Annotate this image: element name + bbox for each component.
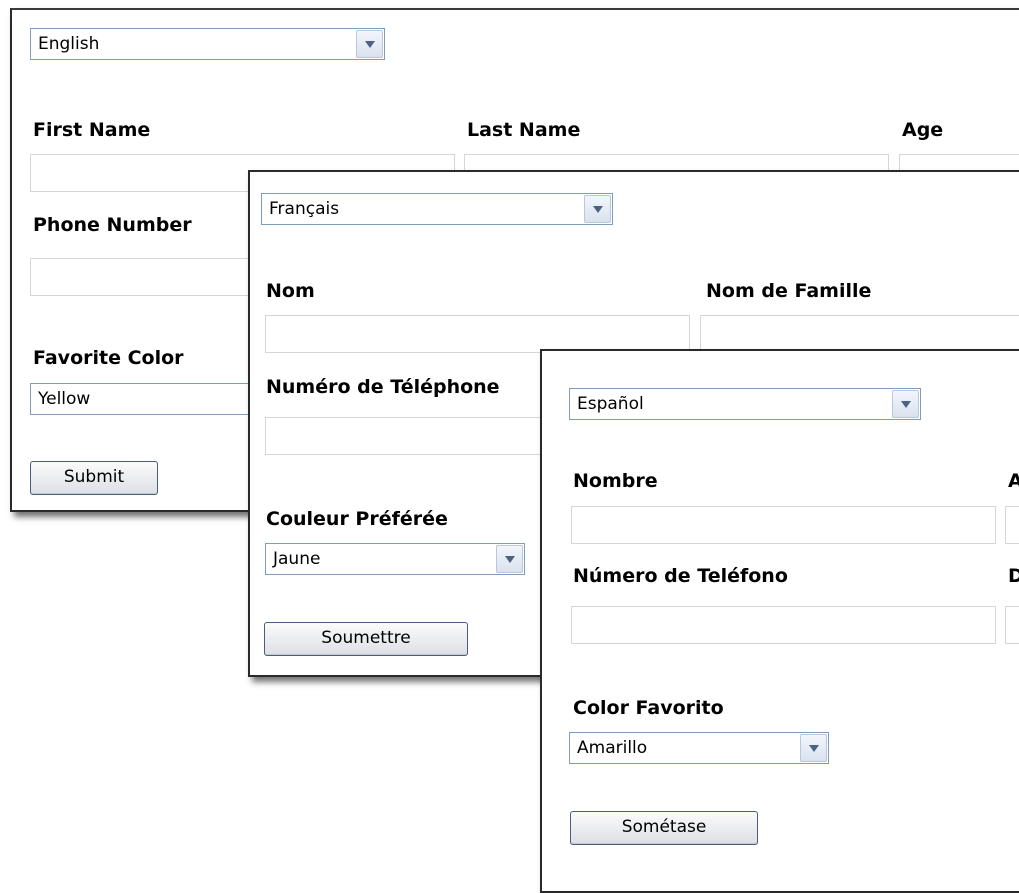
last-name-input[interactable] [700, 315, 1019, 353]
last-name-label: Nom de Famille [706, 280, 872, 302]
chevron-down-icon[interactable] [892, 390, 919, 418]
phone-number-label: Número de Teléfono [573, 565, 788, 587]
language-select-value: English [38, 34, 100, 54]
first-name-input[interactable] [265, 315, 690, 353]
language-select-spanish[interactable]: Español [569, 388, 921, 420]
favorite-color-value: Jaune [273, 549, 321, 569]
phone-number-label: Numéro de Téléphone [266, 376, 500, 398]
favorite-color-select[interactable]: Amarillo [569, 732, 829, 764]
language-select-english[interactable]: English [30, 28, 385, 60]
favorite-color-label: Favorite Color [33, 347, 184, 369]
submit-button[interactable]: Submit [30, 461, 158, 495]
first-name-label: Nombre [573, 470, 658, 492]
last-name-label: Last Name [467, 119, 581, 141]
favorite-color-select[interactable]: Jaune [265, 543, 525, 575]
favorite-color-label: Couleur Préférée [266, 508, 448, 530]
second-column-label: A [1008, 470, 1019, 492]
language-select-french[interactable]: Français [261, 193, 613, 225]
fourth-label: D [1008, 565, 1019, 587]
chevron-down-icon[interactable] [496, 545, 523, 573]
chevron-down-icon[interactable] [356, 30, 383, 58]
spanish-form-window: Español Nombre A Número de Teléfono D Co… [540, 349, 1019, 893]
age-label: Age [902, 119, 944, 141]
submit-button[interactable]: Soumettre [264, 622, 468, 656]
first-name-input[interactable] [571, 506, 996, 544]
second-column-input[interactable] [1005, 506, 1019, 544]
favorite-color-value: Amarillo [577, 738, 648, 758]
first-name-label: Nom [266, 280, 315, 302]
fourth-input[interactable] [1005, 606, 1019, 644]
first-name-label: First Name [33, 119, 151, 141]
phone-number-label: Phone Number [33, 214, 192, 236]
language-select-value: Français [269, 199, 340, 219]
favorite-color-value: Yellow [38, 389, 91, 409]
chevron-down-icon[interactable] [584, 195, 611, 223]
language-select-value: Español [577, 394, 644, 414]
chevron-down-icon[interactable] [800, 734, 827, 762]
phone-number-input[interactable] [571, 606, 996, 644]
favorite-color-label: Color Favorito [573, 697, 724, 719]
submit-button[interactable]: Sométase [570, 811, 758, 845]
